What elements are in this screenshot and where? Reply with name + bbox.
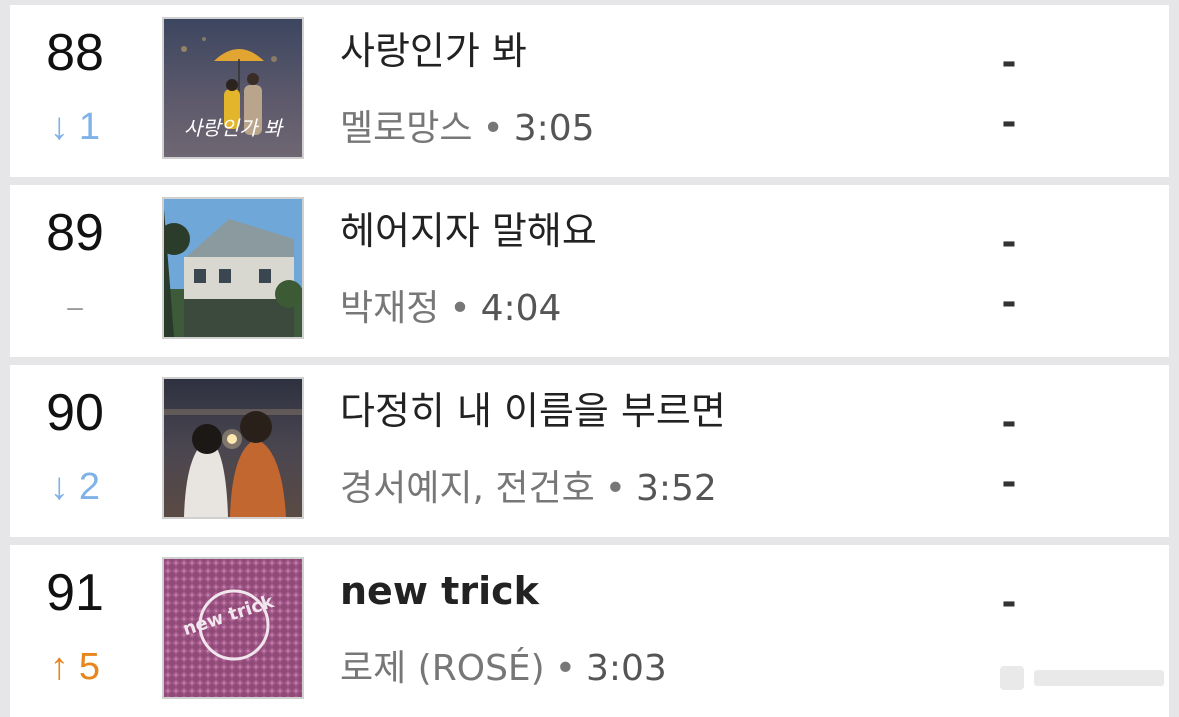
artist-name[interactable]: 로제 (ROSÉ): [340, 648, 545, 689]
rank-change: –: [10, 285, 140, 329]
chart-row-89[interactable]: 89 – 헤어지자 말해요 박재정 • 4:04 - -: [10, 185, 1169, 357]
rank-number: 91: [46, 564, 104, 622]
rank-change-value: –: [67, 291, 83, 322]
stat-value-top: -: [1001, 582, 1017, 623]
album-cover[interactable]: 사랑인가 봐: [162, 17, 304, 159]
song-meta: 박재정 • 4:04: [340, 283, 561, 335]
separator-dot: •: [604, 468, 626, 509]
down-arrow-icon: ↓: [49, 106, 69, 148]
chart-row-90[interactable]: 90 ↓ 2 다정히 내 이름을 부르면 경서예지, 전건호 • 3:52 - …: [10, 365, 1169, 537]
chart-list: 88 ↓ 1 사랑인가 봐 사랑인가 봐 멜로망스 • 3:05 - - 89 …: [0, 0, 1179, 717]
stat-value-top: -: [1001, 42, 1017, 83]
stat-value-bottom: -: [1001, 282, 1017, 323]
artist-name[interactable]: 박재정: [340, 288, 439, 329]
svg-text:사랑인가 봐: 사랑인가 봐: [184, 116, 285, 140]
song-title[interactable]: 다정히 내 이름을 부르면: [340, 385, 726, 437]
stat-value-top: -: [1001, 222, 1017, 263]
album-cover-house-icon: [164, 199, 302, 337]
album-cover[interactable]: [162, 377, 304, 519]
watermark-logo: [1000, 666, 1164, 690]
album-cover-new-trick-icon: new trick: [164, 559, 302, 697]
up-arrow-icon: ↑: [49, 646, 69, 688]
separator-dot: •: [554, 648, 576, 689]
album-cover[interactable]: [162, 197, 304, 339]
rank-number: 88: [46, 24, 104, 82]
stat-value-bottom: -: [1001, 102, 1017, 143]
rank-change-value: 2: [78, 466, 101, 508]
rank-change: ↑ 5: [10, 645, 140, 689]
song-meta: 멜로망스 • 3:05: [340, 103, 595, 155]
rank-change-value: 5: [78, 646, 101, 688]
album-cover-couple-umbrella-icon: 사랑인가 봐: [164, 19, 302, 157]
rank-number: 90: [46, 384, 104, 442]
song-duration: 4:04: [480, 288, 562, 329]
song-meta: 경서예지, 전건호 • 3:52: [340, 463, 717, 515]
song-title[interactable]: 헤어지자 말해요: [340, 205, 597, 257]
rank-change: ↓ 2: [10, 465, 140, 509]
artist-name[interactable]: 경서예지, 전건호: [340, 468, 595, 509]
separator-dot: •: [449, 288, 471, 329]
rank-change-value: 1: [78, 106, 101, 148]
album-cover[interactable]: new trick: [162, 557, 304, 699]
stat-value-bottom: -: [1001, 462, 1017, 503]
rank-number: 89: [46, 204, 104, 262]
chart-row-88[interactable]: 88 ↓ 1 사랑인가 봐 사랑인가 봐 멜로망스 • 3:05 - -: [10, 5, 1169, 177]
song-title[interactable]: 사랑인가 봐: [340, 25, 527, 77]
stat-value-top: -: [1001, 402, 1017, 443]
song-title[interactable]: new trick: [340, 565, 539, 617]
song-duration: 3:52: [635, 468, 717, 509]
album-cover-couple-sparkler-icon: [164, 379, 302, 517]
song-meta: 로제 (ROSÉ) • 3:03: [340, 643, 667, 695]
artist-name[interactable]: 멜로망스: [340, 108, 472, 149]
chart-row-91[interactable]: 91 ↑ 5 new trick new trick 로제 (ROSÉ) • 3:03: [10, 545, 1169, 717]
down-arrow-icon: ↓: [49, 466, 69, 508]
song-duration: 3:03: [585, 648, 667, 689]
rank-change: ↓ 1: [10, 105, 140, 149]
song-duration: 3:05: [513, 108, 595, 149]
separator-dot: •: [482, 108, 504, 149]
